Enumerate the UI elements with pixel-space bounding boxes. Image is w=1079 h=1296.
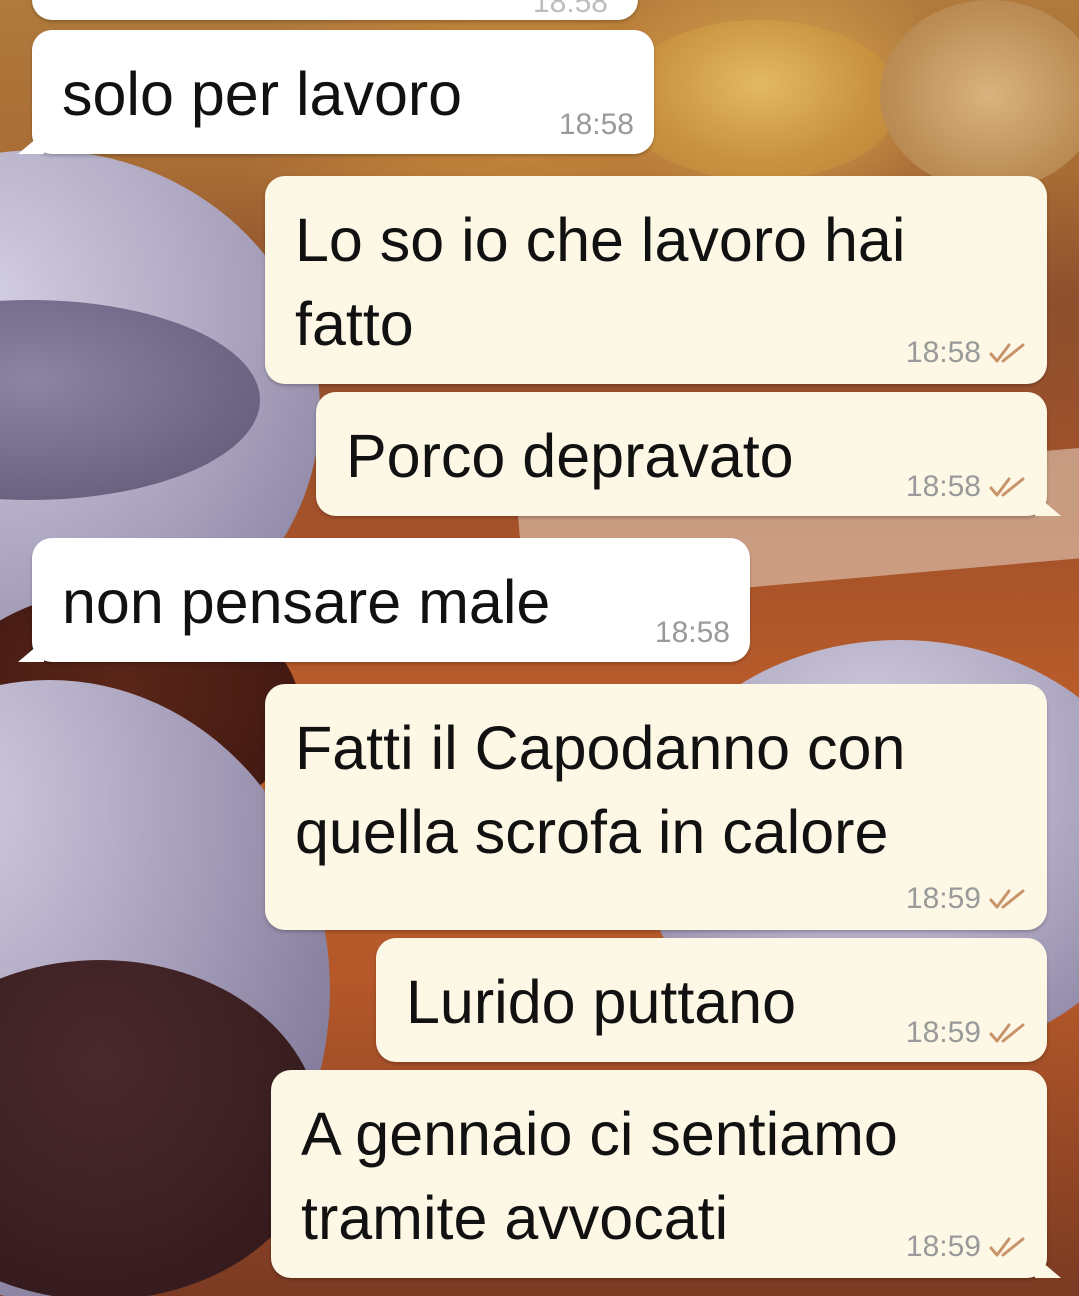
- message-text: Porco depravato: [346, 422, 794, 490]
- double-check-icon: [989, 889, 1025, 909]
- message-text: Fatti il Capodanno con quella scrofa in …: [295, 714, 906, 866]
- message-text: A gennaio ci sentiamo tramite avvocati: [301, 1100, 898, 1252]
- message-time: 18:58: [905, 470, 981, 503]
- double-check-icon: [989, 477, 1025, 497]
- message-time: 18:59: [905, 1230, 981, 1263]
- message-bubble-outgoing[interactable]: Lo so io che lavoro hai fatto 18:58: [265, 176, 1047, 384]
- message-meta: 18:58: [906, 336, 1027, 370]
- message-meta: 18:59: [906, 882, 1027, 916]
- message-text: Lo so io che lavoro hai fatto: [295, 206, 906, 358]
- message-time: 18:59: [905, 882, 981, 915]
- message-bubble-outgoing[interactable]: Fatti il Capodanno con quella scrofa in …: [265, 684, 1047, 930]
- message-text: solo per lavoro: [62, 60, 463, 128]
- message-bubble-incoming[interactable]: 18:58: [32, 0, 638, 20]
- message-meta: 18:58: [655, 616, 730, 650]
- message-text: Lurido puttano: [406, 968, 797, 1036]
- wallpaper-pastry: [880, 0, 1079, 190]
- message-meta: 18:58: [533, 0, 608, 20]
- message-bubble-incoming[interactable]: non pensare male 18:58: [18, 538, 750, 662]
- message-bubble-incoming[interactable]: solo per lavoro 18:58: [18, 30, 654, 154]
- message-time: 18:58: [905, 336, 981, 369]
- message-time: 18:59: [905, 1016, 981, 1049]
- message-meta: 18:59: [906, 1230, 1027, 1264]
- message-time: 18:58: [558, 108, 634, 141]
- message-text: non pensare male: [62, 568, 551, 636]
- message-bubble-outgoing[interactable]: Lurido puttano 18:59: [376, 938, 1047, 1062]
- message-meta: 18:58: [559, 108, 634, 142]
- double-check-icon: [989, 343, 1025, 363]
- message-time: 18:58: [532, 0, 608, 19]
- message-meta: 18:58: [906, 470, 1027, 504]
- message-bubble-outgoing[interactable]: Porco depravato 18:58: [316, 392, 1061, 516]
- message-bubble-outgoing[interactable]: A gennaio ci sentiamo tramite avvocati 1…: [271, 1070, 1061, 1278]
- double-check-icon: [989, 1237, 1025, 1257]
- message-meta: 18:59: [906, 1016, 1027, 1050]
- wallpaper-cake: [620, 20, 900, 180]
- message-time: 18:58: [654, 616, 730, 649]
- double-check-icon: [989, 1023, 1025, 1043]
